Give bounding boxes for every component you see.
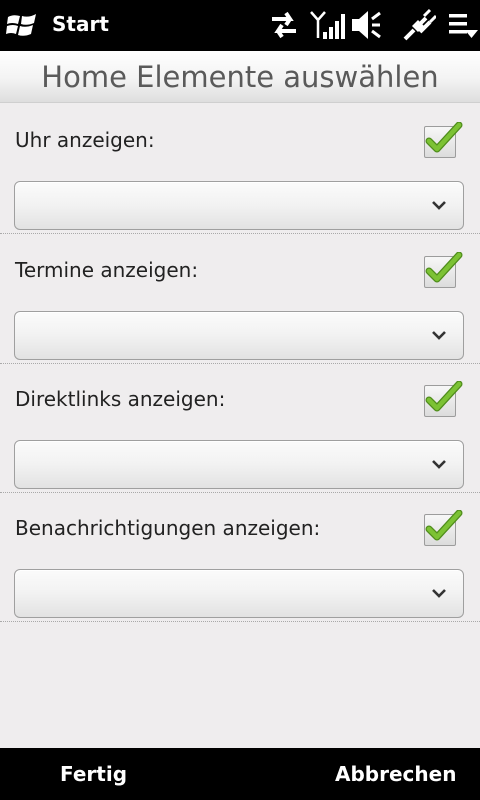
chevron-down-icon	[432, 201, 446, 210]
section-clock: Uhr anzeigen:	[0, 105, 480, 234]
status-bar: Start	[0, 0, 480, 51]
checkmark-icon	[425, 510, 463, 541]
windows-logo-icon[interactable]	[6, 11, 38, 39]
chevron-down-icon	[432, 331, 446, 340]
checkbox-appointments[interactable]	[424, 252, 463, 288]
section-label: Termine anzeigen:	[15, 258, 199, 282]
section-label: Direktlinks anzeigen:	[15, 387, 226, 411]
section-direct-links: Direktlinks anzeigen:	[0, 364, 480, 493]
checkbox-notifications[interactable]	[424, 510, 463, 546]
dropdown-direct-links[interactable]	[14, 440, 464, 489]
page-title: Home Elemente auswählen	[41, 60, 439, 94]
chevron-down-icon	[432, 589, 446, 598]
cancel-button[interactable]: Abbrechen	[335, 762, 456, 786]
softkey-bar: Fertig Abbrechen	[0, 748, 480, 800]
data-transfer-icon	[268, 8, 300, 42]
title-bar: Home Elemente auswählen	[0, 51, 480, 103]
checkbox-direct-links[interactable]	[424, 381, 463, 417]
dropdown-appointments[interactable]	[14, 311, 464, 360]
menu-icon[interactable]	[447, 8, 479, 42]
checkbox-clock[interactable]	[424, 122, 463, 158]
section-appointments: Termine anzeigen:	[0, 235, 480, 364]
signal-icon	[309, 8, 345, 42]
done-button[interactable]: Fertig	[60, 762, 127, 786]
checkmark-icon	[425, 252, 463, 283]
section-label: Benachrichtigungen anzeigen:	[15, 516, 321, 540]
dropdown-notifications[interactable]	[14, 569, 464, 618]
start-menu-label[interactable]: Start	[52, 12, 109, 36]
checkmark-icon	[425, 122, 463, 153]
section-label: Uhr anzeigen:	[15, 128, 155, 152]
usb-power-icon	[402, 8, 436, 42]
volume-mute-icon[interactable]	[350, 8, 382, 42]
dropdown-clock[interactable]	[14, 181, 464, 230]
section-notifications: Benachrichtigungen anzeigen:	[0, 493, 480, 622]
checkmark-icon	[425, 381, 463, 412]
chevron-down-icon	[432, 460, 446, 469]
